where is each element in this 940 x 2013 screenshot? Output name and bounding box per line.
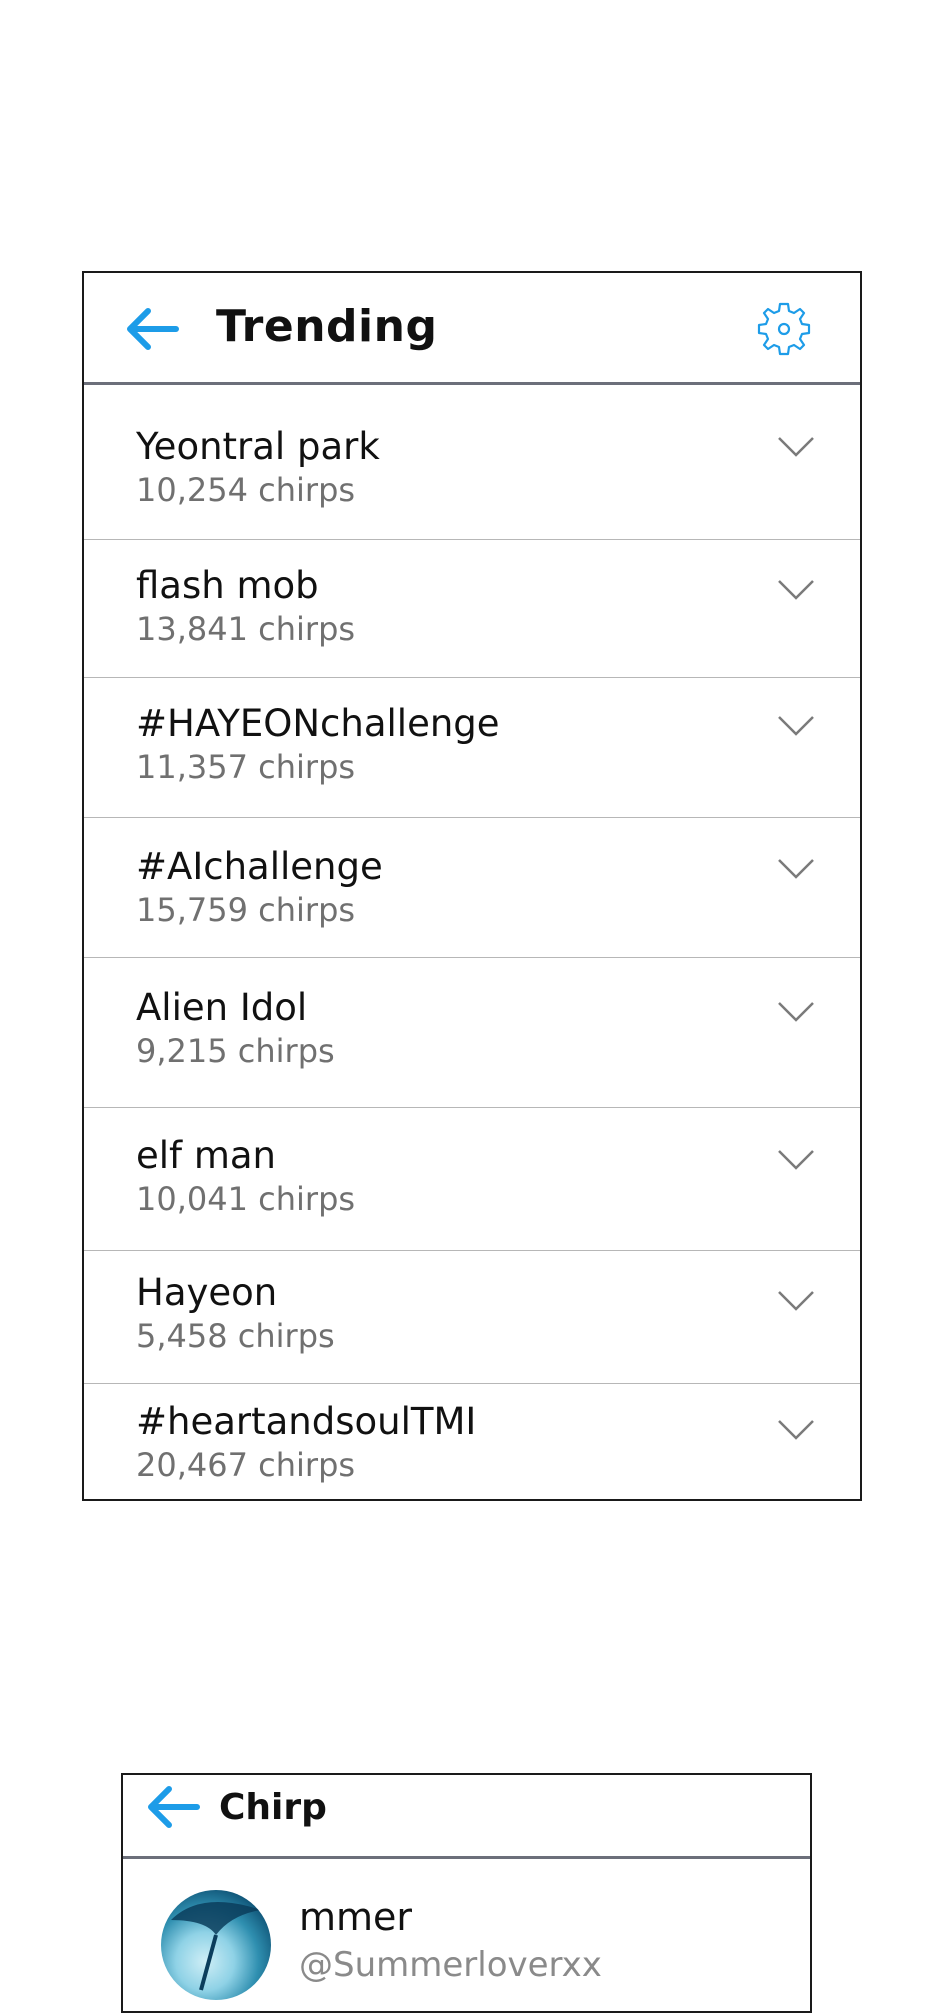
trend-item[interactable]: Hayeon 5,458 chirps [84, 1251, 860, 1384]
chevron-down-icon[interactable] [776, 1000, 816, 1024]
trend-topic: flash mob [136, 564, 319, 607]
chevron-down-icon[interactable] [776, 1148, 816, 1172]
gear-icon[interactable] [756, 301, 812, 357]
trend-count: 5,458 chirps [136, 1317, 335, 1355]
trend-item[interactable]: flash mob 13,841 chirps [84, 540, 860, 678]
trend-item[interactable]: Yeontral park 10,254 chirps [84, 385, 860, 540]
trend-topic: Yeontral park [136, 425, 380, 468]
trend-topic: Hayeon [136, 1271, 278, 1314]
author-handle: @Summerloverxx [299, 1945, 602, 1985]
palm-leaf-icon [171, 1902, 261, 1991]
trend-count: 9,215 chirps [136, 1032, 335, 1070]
trend-count: 15,759 chirps [136, 891, 356, 929]
trend-item[interactable]: #AIchallenge 15,759 chirps [84, 818, 860, 958]
trend-count: 10,254 chirps [136, 471, 356, 509]
trend-topic: #heartandsoulTMI [136, 1400, 477, 1443]
trend-count: 13,841 chirps [136, 610, 356, 648]
trend-item[interactable]: elf man 10,041 chirps [84, 1108, 860, 1251]
chevron-down-icon[interactable] [776, 857, 816, 881]
avatar[interactable] [161, 1890, 271, 2000]
trending-header: Trending [84, 273, 860, 385]
chirp-title: Chirp [219, 1787, 327, 1828]
trend-count: 20,467 chirps [136, 1446, 356, 1484]
trend-topic: #AIchallenge [136, 845, 383, 888]
trend-count: 11,357 chirps [136, 748, 356, 786]
chirp-panel: Chirp mmer @Summerloverxx [121, 1773, 812, 2013]
chevron-down-icon[interactable] [776, 714, 816, 738]
trend-topic: Alien Idol [136, 986, 308, 1029]
author-name: mmer [299, 1895, 413, 1939]
trend-topic: #HAYEONchallenge [136, 702, 500, 745]
trend-topic: elf man [136, 1134, 276, 1177]
trend-item[interactable]: #heartandsoulTMI 20,467 chirps [84, 1384, 860, 1499]
chirp-header: Chirp [123, 1775, 810, 1859]
arrow-left-icon[interactable] [124, 307, 180, 351]
page-title: Trending [216, 301, 438, 352]
trend-item[interactable]: Alien Idol 9,215 chirps [84, 958, 860, 1108]
trending-panel: Trending Yeontral park 10,254 chirps fla… [82, 271, 862, 1501]
trend-item[interactable]: #HAYEONchallenge 11,357 chirps [84, 678, 860, 818]
chevron-down-icon[interactable] [776, 1418, 816, 1442]
arrow-left-icon[interactable] [145, 1785, 201, 1829]
chevron-down-icon[interactable] [776, 578, 816, 602]
chevron-down-icon[interactable] [776, 1289, 816, 1313]
trend-count: 10,041 chirps [136, 1180, 356, 1218]
chevron-down-icon[interactable] [776, 435, 816, 459]
